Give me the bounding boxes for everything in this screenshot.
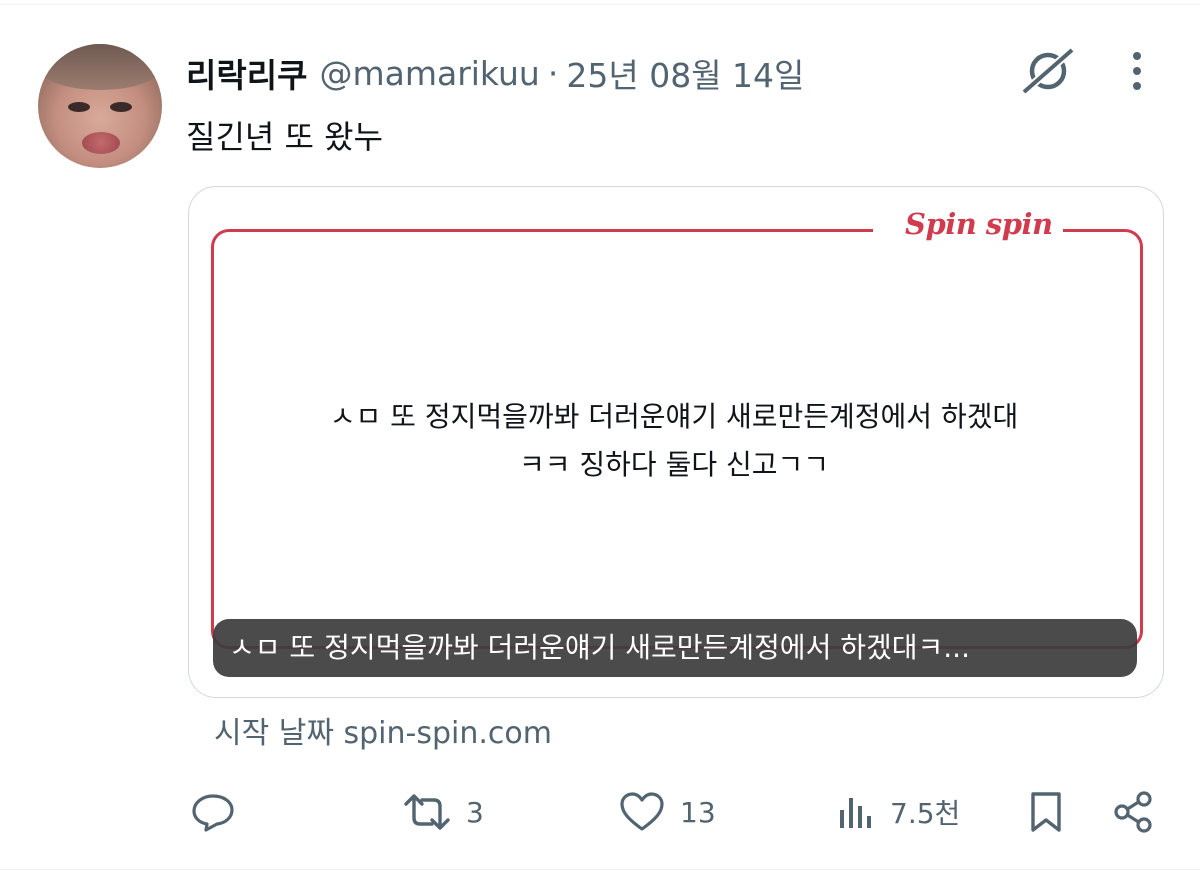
tweet-date[interactable]: 25년 08월 14일 <box>566 49 804 97</box>
card-source[interactable]: 시작 날짜 spin-spin.com <box>214 708 552 752</box>
card-line-2: ㅋㅋ 징하다 둘다 신고ㄱㄱ <box>518 448 830 481</box>
top-divider <box>0 4 1200 5</box>
grok-icon[interactable] <box>1020 46 1076 96</box>
avatar[interactable] <box>38 44 162 168</box>
more-options-icon[interactable] <box>1124 50 1150 94</box>
card-caption: ㅅㅁ 또 정지먹을까봐 더러운얘기 새로만든계정에서 하겠대ㅋ... <box>213 619 1137 677</box>
header-separator: · <box>547 53 559 93</box>
tweet-header: 리락리쿠 @mamarikuu · 25년 08월 14일 <box>186 50 804 96</box>
user-handle[interactable]: @mamarikuu <box>319 54 539 93</box>
link-card[interactable]: Spin spin ㅅㅁ 또 정지먹을까봐 더러운얘기 새로만든계정에서 하겠대… <box>188 186 1164 698</box>
views-button[interactable]: 7.5천 <box>836 786 960 838</box>
reply-icon <box>192 794 234 832</box>
avatar-lips <box>82 132 120 154</box>
like-count: 13 <box>680 795 716 829</box>
share-icon <box>1114 791 1152 833</box>
card-line-1: ㅅㅁ 또 정지먹을까봐 더러운얘기 새로만든계정에서 하겠대 <box>329 400 1019 433</box>
tweet-text: 질긴년 또 왔누 <box>186 118 383 156</box>
retweet-icon <box>404 794 450 830</box>
bookmark-button[interactable] <box>1026 786 1066 838</box>
bottom-divider <box>0 869 1200 870</box>
heart-icon <box>620 792 664 831</box>
retweet-button[interactable]: 3 <box>402 786 484 838</box>
share-button[interactable] <box>1110 786 1158 838</box>
like-button[interactable]: 13 <box>618 786 716 838</box>
analytics-icon <box>840 798 871 828</box>
brand-logo: Spin spin <box>905 207 1053 241</box>
view-count: 7.5천 <box>890 797 961 830</box>
reply-button[interactable] <box>190 786 236 838</box>
bookmark-icon <box>1031 792 1061 832</box>
retweet-count: 3 <box>466 795 484 829</box>
card-body-text: ㅅㅁ 또 정지먹을까봐 더러운얘기 새로만든계정에서 하겠대 ㅋㅋ 징하다 둘다… <box>229 393 1119 489</box>
avatar-hair <box>38 44 162 90</box>
avatar-eye-right <box>110 102 132 112</box>
display-name[interactable]: 리락리쿠 <box>186 49 307 97</box>
avatar-eye-left <box>68 102 90 112</box>
